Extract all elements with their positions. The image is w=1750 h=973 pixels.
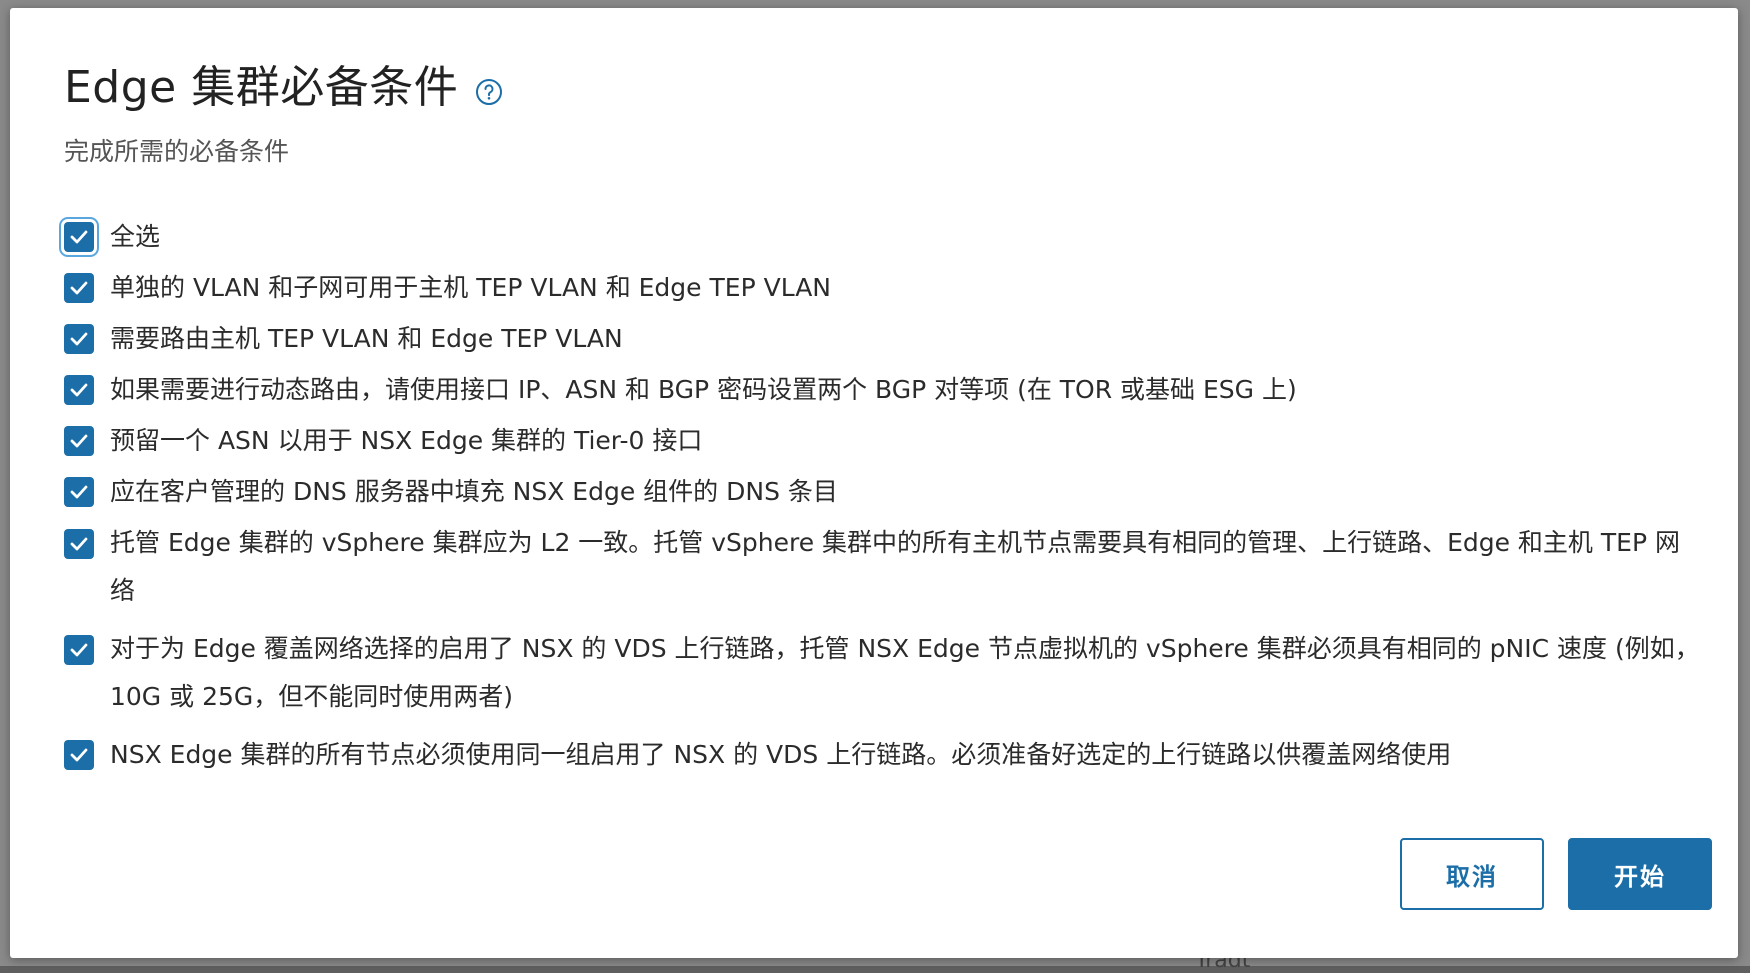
checkmark-icon xyxy=(70,643,88,657)
checkmark-icon xyxy=(70,281,88,295)
prerequisite-label: 应在客户管理的 DNS 服务器中填充 NSX Edge 组件的 DNS 条目 xyxy=(110,477,838,506)
select-all-checkbox[interactable] xyxy=(64,222,94,252)
prerequisite-label: 需要路由主机 TEP VLAN 和 Edge TEP VLAN xyxy=(110,324,623,353)
prerequisite-checkbox[interactable] xyxy=(64,477,94,507)
dialog-footer: 取消 开始 xyxy=(1400,838,1712,910)
cancel-button[interactable]: 取消 xyxy=(1400,838,1544,910)
prerequisite-item[interactable]: 对于为 Edge 覆盖网络选择的启用了 NSX 的 VDS 上行链路，托管 NS… xyxy=(64,632,1704,721)
prerequisite-item[interactable]: 应在客户管理的 DNS 服务器中填充 NSX Edge 组件的 DNS 条目 xyxy=(64,475,1704,509)
checkmark-icon xyxy=(70,537,88,551)
dialog-header: Edge 集群必备条件 xyxy=(64,58,504,118)
prerequisite-item[interactable]: 预留一个 ASN 以用于 NSX Edge 集群的 Tier-0 接口 xyxy=(64,424,1704,458)
checkmark-icon xyxy=(70,434,88,448)
prerequisite-item[interactable]: NSX Edge 集群的所有节点必须使用同一组启用了 NSX 的 VDS 上行链… xyxy=(64,738,1704,772)
checkmark-icon xyxy=(70,230,88,244)
select-all-label: 全选 xyxy=(110,222,161,251)
prerequisite-checkbox[interactable] xyxy=(64,740,94,770)
checkmark-icon xyxy=(70,332,88,346)
help-circle-icon[interactable] xyxy=(474,77,504,107)
prerequisite-label: 如果需要进行动态路由，请使用接口 IP、ASN 和 BGP 密码设置两个 BGP… xyxy=(110,375,1297,404)
prerequisite-label: 对于为 Edge 覆盖网络选择的启用了 NSX 的 VDS 上行链路，托管 NS… xyxy=(110,634,1700,711)
prerequisite-checkbox[interactable] xyxy=(64,426,94,456)
start-button[interactable]: 开始 xyxy=(1568,838,1712,910)
prerequisite-label: NSX Edge 集群的所有节点必须使用同一组启用了 NSX 的 VDS 上行链… xyxy=(110,740,1452,769)
prerequisite-checkbox[interactable] xyxy=(64,529,94,559)
prerequisite-label: 单独的 VLAN 和子网可用于主机 TEP VLAN 和 Edge TEP VL… xyxy=(110,273,831,302)
prerequisite-checkbox[interactable] xyxy=(64,324,94,354)
checkmark-icon xyxy=(70,485,88,499)
prerequisite-item[interactable]: 需要路由主机 TEP VLAN 和 Edge TEP VLAN xyxy=(64,322,1704,356)
prerequisite-label: 预留一个 ASN 以用于 NSX Edge 集群的 Tier-0 接口 xyxy=(110,426,703,455)
prerequisite-item[interactable]: 如果需要进行动态路由，请使用接口 IP、ASN 和 BGP 密码设置两个 BGP… xyxy=(64,373,1704,407)
prerequisite-item[interactable]: 单独的 VLAN 和子网可用于主机 TEP VLAN 和 Edge TEP VL… xyxy=(64,271,1704,305)
prerequisite-checkbox[interactable] xyxy=(64,375,94,405)
dialog-subtitle: 完成所需的必备条件 xyxy=(64,137,290,166)
dialog-title: Edge 集群必备条件 xyxy=(64,62,459,113)
checkmark-icon xyxy=(70,748,88,762)
prerequisites-checklist: 全选 单独的 VLAN 和子网可用于主机 TEP VLAN 和 Edge TEP… xyxy=(64,220,1704,789)
checkmark-icon xyxy=(70,383,88,397)
select-all-item[interactable]: 全选 xyxy=(64,220,1704,254)
prerequisite-item[interactable]: 托管 Edge 集群的 vSphere 集群应为 L2 一致。托管 vSpher… xyxy=(64,526,1704,615)
prerequisites-dialog: Edge 集群必备条件 完成所需的必备条件 全选 单独的 VLAN 和子网可用于… xyxy=(10,8,1738,958)
prerequisite-label: 托管 Edge 集群的 vSphere 集群应为 L2 一致。托管 vSpher… xyxy=(110,528,1680,605)
prerequisite-checkbox[interactable] xyxy=(64,635,94,665)
prerequisite-checkbox[interactable] xyxy=(64,273,94,303)
